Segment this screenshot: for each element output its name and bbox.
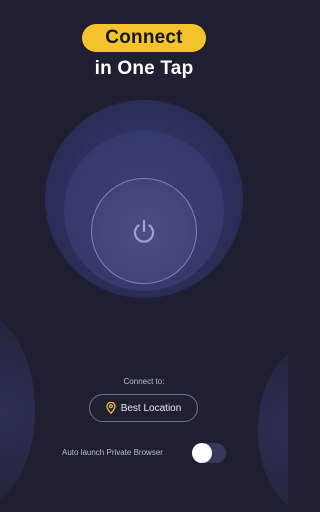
connect-button[interactable]	[91, 178, 197, 284]
location-value: Best Location	[120, 402, 182, 414]
headline-pill: Connect	[82, 24, 206, 52]
auto-launch-toggle[interactable]	[192, 443, 226, 463]
headline-subtitle: in One Tap	[94, 58, 194, 79]
headline-pill-text: Connect	[105, 27, 183, 48]
screen: Connect in One Tap Connect to: Best Loca…	[0, 0, 288, 512]
decorative-circle-right	[258, 345, 288, 512]
power-icon	[133, 219, 155, 243]
auto-launch-label: Auto launch Private Browser	[62, 448, 163, 457]
decorative-circle-left	[0, 315, 35, 505]
location-pin-icon	[106, 402, 116, 414]
location-selector-button[interactable]: Best Location	[89, 394, 198, 422]
toggle-knob	[192, 443, 212, 463]
connect-to-label: Connect to:	[123, 377, 165, 386]
